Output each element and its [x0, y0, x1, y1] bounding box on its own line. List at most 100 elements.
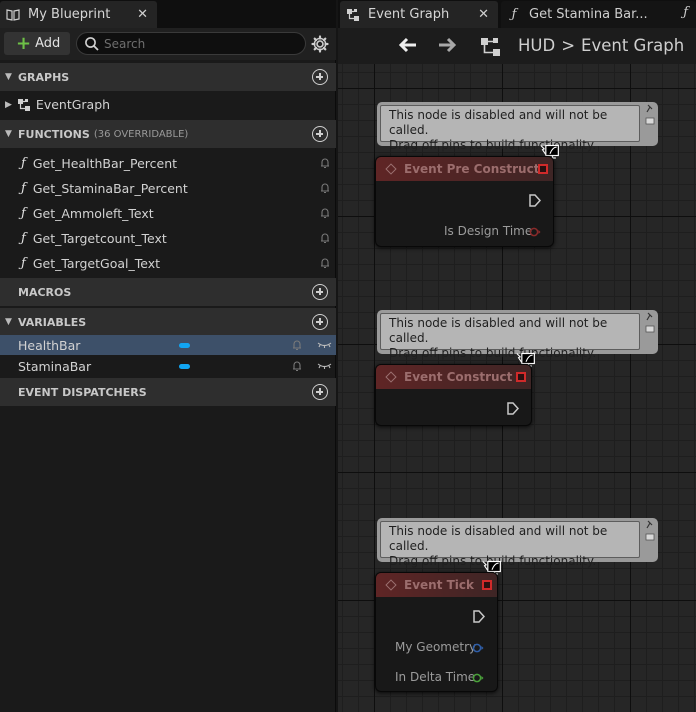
graph-icon [346, 8, 360, 22]
variable-type-icon [179, 343, 190, 348]
function-label: Get_HealthBar_Percent [32, 156, 178, 171]
pin-icon[interactable] [645, 312, 655, 334]
add-label: Add [35, 36, 61, 51]
comment-text: This node is disabled and will not be ca… [380, 105, 640, 152]
function-icon: ƒ [21, 206, 26, 221]
section-macros[interactable]: MACROS [0, 278, 336, 306]
node-event-pre-construct[interactable]: Event Pre Construct Is Design Time [375, 156, 554, 247]
search-box[interactable] [76, 32, 306, 55]
add-variable-icon[interactable] [312, 314, 328, 330]
function-item[interactable]: ƒ Get_HealthBar_Percent [0, 151, 336, 176]
node-title: Event Tick [404, 578, 475, 592]
section-label: FUNCTIONS [18, 127, 90, 141]
node-event-tick[interactable]: Event Tick My Geometry In Delta Time [375, 572, 498, 692]
graph-item-label: EventGraph [35, 97, 111, 112]
variable-label: StaminaBar [18, 358, 92, 374]
section-variables[interactable]: ▼ VARIABLES [0, 308, 336, 336]
exec-pin-icon[interactable] [473, 610, 485, 623]
function-icon: ƒ [21, 156, 26, 171]
function-label: Get_Targetcount_Text [32, 231, 167, 246]
delegate-pin[interactable] [538, 164, 548, 174]
editor-tab-strip: Event Graph ✕ ƒ Get Stamina Bar... ƒ [338, 0, 696, 28]
add-macro-icon[interactable] [312, 284, 328, 300]
caret-down-icon: ▼ [5, 72, 12, 82]
bell-icon [293, 340, 301, 351]
float-pin-icon[interactable] [472, 673, 484, 683]
add-graph-icon[interactable] [312, 69, 328, 85]
variable-item-staminabar[interactable]: StaminaBar [0, 356, 336, 376]
back-arrow-icon[interactable] [398, 37, 418, 58]
bell-icon [293, 361, 301, 372]
pin-label: My Geometry [395, 640, 477, 654]
bell-icon [321, 183, 329, 194]
pin-label: In Delta Time [395, 670, 476, 684]
search-input[interactable] [104, 36, 294, 51]
section-functions[interactable]: ▼ FUNCTIONS (36 OVERRIDABLE) [0, 120, 336, 148]
left-tab-strip: My Blueprint ✕ [0, 0, 336, 28]
graph-editor: Event Graph ✕ ƒ Get Stamina Bar... ƒ HUD… [338, 0, 696, 712]
breadcrumb-parent[interactable]: HUD [518, 36, 555, 55]
delegate-pin[interactable] [482, 580, 492, 590]
pin-icon[interactable] [645, 520, 655, 542]
add-button[interactable]: + Add [4, 32, 70, 55]
tab-get-stamina-bar[interactable]: ƒ Get Stamina Bar... ƒ [501, 1, 696, 28]
section-graphs[interactable]: ▼ GRAPHS [0, 63, 336, 91]
eye-closed-icon[interactable] [317, 341, 332, 349]
function-item[interactable]: ƒ Get_Targetcount_Text [0, 226, 336, 251]
forward-arrow-icon[interactable] [437, 37, 457, 58]
add-dispatcher-icon[interactable] [312, 384, 328, 400]
event-icon [385, 579, 397, 591]
bell-icon [321, 258, 329, 269]
plus-icon: + [16, 32, 32, 54]
function-icon: ƒ [511, 7, 517, 22]
struct-pin-icon[interactable] [472, 643, 484, 653]
tab-label: My Blueprint [28, 7, 111, 22]
graph-icon [480, 37, 502, 60]
section-event-dispatchers[interactable]: EVENT DISPATCHERS [0, 378, 336, 406]
eye-closed-icon[interactable] [317, 362, 332, 370]
exec-pin-icon[interactable] [507, 402, 519, 415]
close-icon[interactable]: ✕ [478, 7, 489, 22]
pin-icon[interactable] [645, 104, 655, 126]
node-title: Event Construct [404, 370, 513, 384]
function-label: Get_TargetGoal_Text [32, 256, 161, 271]
section-label: VARIABLES [18, 315, 87, 329]
tab-event-graph[interactable]: Event Graph ✕ [340, 1, 498, 28]
function-icon: ƒ [21, 256, 26, 271]
tab-my-blueprint[interactable]: My Blueprint ✕ [0, 1, 157, 28]
function-label: Get_StaminaBar_Percent [32, 181, 188, 196]
bool-pin-icon[interactable] [529, 227, 541, 237]
node-event-construct[interactable]: Event Construct [375, 364, 532, 426]
function-icon: ƒ [21, 231, 26, 246]
comment-text: This node is disabled and will not be ca… [380, 313, 640, 360]
graph-item-eventgraph[interactable]: ▶ EventGraph [0, 92, 336, 117]
node-header: Event Construct [376, 365, 531, 389]
variable-item-healthbar[interactable]: HealthBar [0, 335, 336, 355]
add-function-icon[interactable] [312, 126, 328, 142]
exec-pin-icon[interactable] [529, 194, 541, 207]
section-label: EVENT DISPATCHERS [18, 385, 147, 399]
node-title: Event Pre Construct [404, 162, 540, 176]
tab-label: Get Stamina Bar... [529, 7, 648, 22]
function-item[interactable]: ƒ Get_TargetGoal_Text [0, 251, 336, 276]
tab-label: Event Graph [368, 7, 450, 22]
gear-icon[interactable] [310, 34, 330, 54]
function-item[interactable]: ƒ Get_StaminaBar_Percent [0, 176, 336, 201]
comment-text: This node is disabled and will not be ca… [380, 521, 640, 568]
breadcrumb-current: Event Graph [581, 36, 685, 55]
variable-label: HealthBar [18, 337, 81, 353]
graph-canvas[interactable]: This node is disabled and will not be ca… [338, 64, 696, 712]
variable-type-icon [179, 364, 190, 369]
bell-icon [321, 208, 329, 219]
caret-right-icon: ▶ [5, 99, 12, 110]
node-header: Event Tick [376, 573, 497, 597]
close-icon[interactable]: ✕ [137, 7, 148, 22]
comment-bubble: This node is disabled and will not be ca… [377, 102, 658, 152]
event-icon [385, 163, 397, 175]
function-item[interactable]: ƒ Get_Ammoleft_Text [0, 201, 336, 226]
delegate-pin[interactable] [516, 372, 526, 382]
event-icon [385, 371, 397, 383]
breadcrumb-separator: > [561, 36, 576, 55]
graph-icon [17, 98, 30, 111]
node-header: Event Pre Construct [376, 157, 553, 181]
